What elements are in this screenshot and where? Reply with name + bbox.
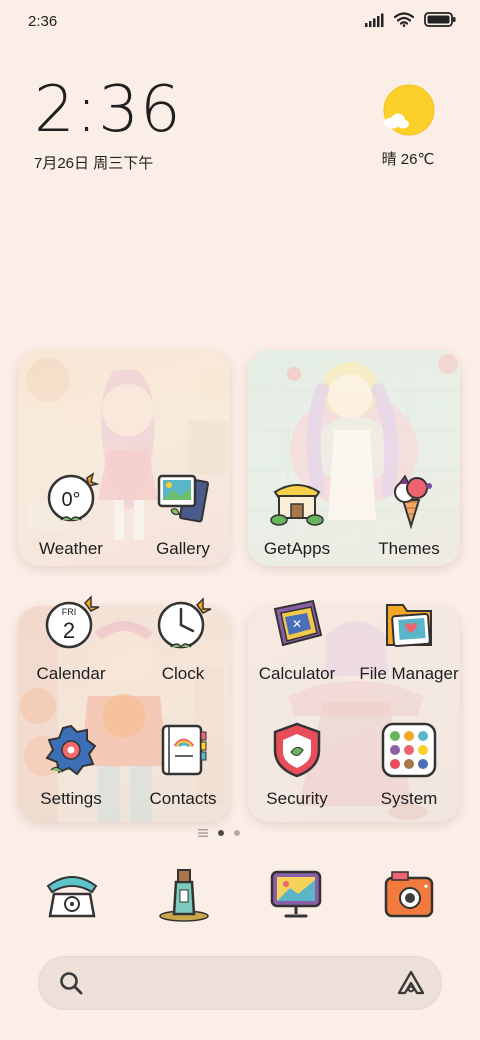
search-bar[interactable] [38,956,442,1010]
app-getapps[interactable]: GetApps [244,470,350,559]
dock-messages[interactable] [154,864,214,924]
svg-text:✕: ✕ [292,617,302,631]
calendar-icon: FRI 2 [45,595,100,649]
search-icon[interactable] [58,970,84,996]
phone-icon [46,876,98,918]
app-calculator[interactable]: ✕ Calculator [244,595,350,684]
calendar-day-abbr: FRI [62,607,77,617]
status-icons [364,12,456,27]
app-label: Calculator [258,664,336,683]
app-gallery[interactable]: Gallery [130,470,236,559]
sun-cloud-icon [383,84,435,136]
app-label: Calendar [36,664,106,683]
page-list-icon[interactable] [198,829,208,837]
message-bottle-icon [159,869,209,922]
app-system[interactable]: System [356,720,462,809]
app-security[interactable]: Security [244,720,350,809]
system-folder-icon [381,722,437,778]
file-manager-icon [386,604,432,648]
app-label: File Manager [359,664,459,683]
app-file-manager[interactable]: File Manager [356,595,462,684]
app-themes[interactable]: Themes [356,470,462,559]
app-label: System [380,789,438,808]
security-icon [273,722,321,778]
page-indicator[interactable] [198,829,240,837]
app-contacts[interactable]: Contacts [130,720,236,809]
app-label: Themes [378,539,440,558]
assistant-icon[interactable] [396,969,426,997]
app-label: Contacts [149,789,217,808]
clock-icon [157,597,212,649]
app-label: Security [266,789,328,808]
dock-browser[interactable] [266,864,326,924]
app-clock[interactable]: Clock [130,595,236,684]
weather-text: 晴 26℃ [381,151,435,168]
themes-icon [394,474,432,530]
app-calendar[interactable]: FRI 2 Calendar [18,595,124,684]
wifi-icon [394,12,414,27]
signal-icon [365,13,384,27]
widget-time: 2:36 [34,73,182,147]
weather-icon: 0° [47,472,100,522]
clock-widget[interactable]: 2:36 7月26日 周三下午 [34,78,182,173]
app-label: Clock [161,664,205,683]
gallery-icon [157,474,209,523]
app-label: GetApps [263,539,331,558]
widget-date: 7月26日 周三下午 [34,155,154,172]
dock-phone[interactable] [42,864,102,924]
app-settings[interactable]: Settings [18,720,124,809]
calculator-icon: ✕ [273,599,323,647]
page-dot[interactable] [234,830,240,836]
app-weather[interactable]: 0° Weather [18,470,124,559]
contacts-icon [161,724,207,776]
browser-icon [270,870,322,918]
app-label: Weather [39,539,103,558]
dock-camera[interactable] [380,864,440,924]
settings-icon [45,724,97,776]
weather-widget[interactable]: 晴 26℃ [370,84,446,169]
battery-icon [424,12,456,27]
app-label: Settings [40,789,102,808]
weather-icon-temp: 0° [61,489,80,511]
page-dot-active[interactable] [218,830,224,836]
status-time: 2:36 [28,13,58,30]
calendar-day-num: 2 [63,618,75,643]
app-label: Gallery [156,539,210,558]
status-bar: 2:36 [0,0,480,42]
getapps-icon [270,484,324,526]
camera-icon [384,871,434,918]
